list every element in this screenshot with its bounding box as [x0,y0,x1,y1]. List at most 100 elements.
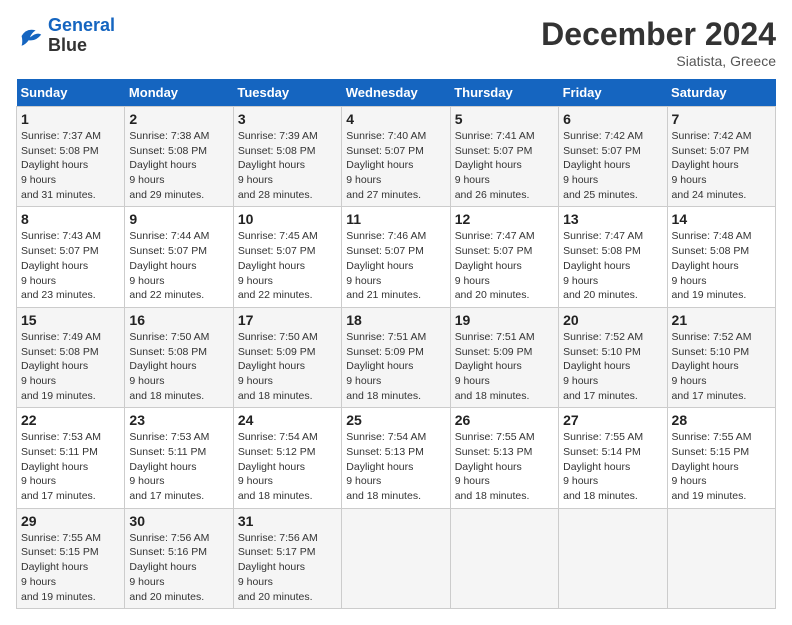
calendar-cell: 15 Sunrise: 7:49 AMSunset: 5:08 PMDayligh… [17,307,125,407]
calendar-cell: 5 Sunrise: 7:41 AMSunset: 5:07 PMDaylight… [450,107,558,207]
day-number: 13 [563,211,662,227]
calendar-cell: 14 Sunrise: 7:48 AMSunset: 5:08 PMDayligh… [667,207,775,307]
day-info: Sunrise: 7:42 AMSunset: 5:07 PMDaylight … [672,129,771,202]
day-info: Sunrise: 7:48 AMSunset: 5:08 PMDaylight … [672,229,771,302]
day-number: 19 [455,312,554,328]
calendar-table: Sunday Monday Tuesday Wednesday Thursday… [16,79,776,609]
day-info: Sunrise: 7:52 AMSunset: 5:10 PMDaylight … [672,330,771,403]
calendar-week-row: 22 Sunrise: 7:53 AMSunset: 5:11 PMDayligh… [17,408,776,508]
day-info: Sunrise: 7:40 AMSunset: 5:07 PMDaylight … [346,129,445,202]
calendar-cell [667,508,775,608]
calendar-cell: 8Sunrise: 7:43 AMSunset: 5:07 PMDaylight… [17,207,125,307]
col-sunday: Sunday [17,79,125,107]
day-info: Sunrise: 7:44 AMSunset: 5:07 PMDaylight … [129,229,228,302]
calendar-cell: 26Sunrise: 7:55 AMSunset: 5:13 PMDayligh… [450,408,558,508]
calendar-cell: 30 Sunrise: 7:56 AMSunset: 5:16 PMDayligh… [125,508,233,608]
calendar-week-row: 8Sunrise: 7:43 AMSunset: 5:07 PMDaylight… [17,207,776,307]
day-number: 24 [238,412,337,428]
day-info: Sunrise: 7:54 AMSunset: 5:12 PMDaylight … [238,430,337,503]
day-info: Sunrise: 7:56 AMSunset: 5:16 PMDaylight … [129,531,228,604]
calendar-cell [342,508,450,608]
calendar-cell: 11Sunrise: 7:46 AMSunset: 5:07 PMDayligh… [342,207,450,307]
day-number: 6 [563,111,662,127]
calendar-cell: 13 Sunrise: 7:47 AMSunset: 5:08 PMDayligh… [559,207,667,307]
calendar-cell: 17 Sunrise: 7:50 AMSunset: 5:09 PMDayligh… [233,307,341,407]
day-number: 1 [21,111,120,127]
calendar-cell [559,508,667,608]
day-number: 3 [238,111,337,127]
location-text: Siatista, Greece [541,53,776,69]
day-number: 10 [238,211,337,227]
day-info: Sunrise: 7:37 AMSunset: 5:08 PMDaylight … [21,129,120,202]
calendar-cell: 9 Sunrise: 7:44 AMSunset: 5:07 PMDaylight… [125,207,233,307]
calendar-cell: 2 Sunrise: 7:38 AMSunset: 5:08 PMDaylight… [125,107,233,207]
day-number: 20 [563,312,662,328]
day-number: 25 [346,412,445,428]
calendar-cell: 28Sunrise: 7:55 AMSunset: 5:15 PMDayligh… [667,408,775,508]
logo-text: GeneralBlue [48,16,115,56]
day-info: Sunrise: 7:38 AMSunset: 5:08 PMDaylight … [129,129,228,202]
day-info: Sunrise: 7:45 AMSunset: 5:07 PMDaylight … [238,229,337,302]
day-number: 30 [129,513,228,529]
day-number: 11 [346,211,445,227]
logo: GeneralBlue [16,16,115,56]
day-info: Sunrise: 7:55 AMSunset: 5:15 PMDaylight … [21,531,120,604]
day-number: 28 [672,412,771,428]
day-number: 5 [455,111,554,127]
calendar-cell [450,508,558,608]
day-number: 22 [21,412,120,428]
calendar-cell: 24 Sunrise: 7:54 AMSunset: 5:12 PMDayligh… [233,408,341,508]
calendar-cell: 10 Sunrise: 7:45 AMSunset: 5:07 PMDayligh… [233,207,341,307]
day-number: 9 [129,211,228,227]
calendar-cell: 20 Sunrise: 7:52 AMSunset: 5:10 PMDayligh… [559,307,667,407]
day-number: 8 [21,211,120,227]
day-number: 17 [238,312,337,328]
calendar-cell: 3 Sunrise: 7:39 AMSunset: 5:08 PMDaylight… [233,107,341,207]
day-number: 14 [672,211,771,227]
col-tuesday: Tuesday [233,79,341,107]
day-number: 27 [563,412,662,428]
calendar-cell: 12 Sunrise: 7:47 AMSunset: 5:07 PMDayligh… [450,207,558,307]
calendar-cell: 18 Sunrise: 7:51 AMSunset: 5:09 PMDayligh… [342,307,450,407]
day-number: 31 [238,513,337,529]
day-number: 16 [129,312,228,328]
col-saturday: Saturday [667,79,775,107]
day-info: Sunrise: 7:51 AMSunset: 5:09 PMDaylight … [346,330,445,403]
day-info: Sunrise: 7:47 AMSunset: 5:07 PMDaylight … [455,229,554,302]
day-info: Sunrise: 7:47 AMSunset: 5:08 PMDaylight … [563,229,662,302]
day-info: Sunrise: 7:49 AMSunset: 5:08 PMDaylight … [21,330,120,403]
calendar-week-row: 15 Sunrise: 7:49 AMSunset: 5:08 PMDayligh… [17,307,776,407]
day-info: Sunrise: 7:52 AMSunset: 5:10 PMDaylight … [563,330,662,403]
calendar-cell: 29Sunrise: 7:55 AMSunset: 5:15 PMDayligh… [17,508,125,608]
day-number: 15 [21,312,120,328]
calendar-cell: 27Sunrise: 7:55 AMSunset: 5:14 PMDayligh… [559,408,667,508]
calendar-cell: 7 Sunrise: 7:42 AMSunset: 5:07 PMDaylight… [667,107,775,207]
day-info: Sunrise: 7:53 AMSunset: 5:11 PMDaylight … [21,430,120,503]
day-number: 18 [346,312,445,328]
calendar-cell: 22 Sunrise: 7:53 AMSunset: 5:11 PMDayligh… [17,408,125,508]
col-friday: Friday [559,79,667,107]
title-block: December 2024 Siatista, Greece [541,16,776,69]
day-info: Sunrise: 7:39 AMSunset: 5:08 PMDaylight … [238,129,337,202]
day-number: 23 [129,412,228,428]
day-info: Sunrise: 7:41 AMSunset: 5:07 PMDaylight … [455,129,554,202]
col-wednesday: Wednesday [342,79,450,107]
day-number: 12 [455,211,554,227]
day-number: 7 [672,111,771,127]
calendar-cell: 16Sunrise: 7:50 AMSunset: 5:08 PMDayligh… [125,307,233,407]
calendar-cell: 19 Sunrise: 7:51 AMSunset: 5:09 PMDayligh… [450,307,558,407]
page-header: GeneralBlue December 2024 Siatista, Gree… [16,16,776,69]
day-number: 2 [129,111,228,127]
day-info: Sunrise: 7:50 AMSunset: 5:09 PMDaylight … [238,330,337,403]
logo-icon [16,22,44,50]
month-title: December 2024 [541,16,776,53]
day-info: Sunrise: 7:56 AMSunset: 5:17 PMDaylight … [238,531,337,604]
calendar-cell: 23Sunrise: 7:53 AMSunset: 5:11 PMDayligh… [125,408,233,508]
calendar-cell: 6 Sunrise: 7:42 AMSunset: 5:07 PMDaylight… [559,107,667,207]
day-info: Sunrise: 7:42 AMSunset: 5:07 PMDaylight … [563,129,662,202]
col-monday: Monday [125,79,233,107]
day-info: Sunrise: 7:55 AMSunset: 5:13 PMDaylight … [455,430,554,503]
calendar-cell: 25Sunrise: 7:54 AMSunset: 5:13 PMDayligh… [342,408,450,508]
day-info: Sunrise: 7:51 AMSunset: 5:09 PMDaylight … [455,330,554,403]
day-number: 21 [672,312,771,328]
